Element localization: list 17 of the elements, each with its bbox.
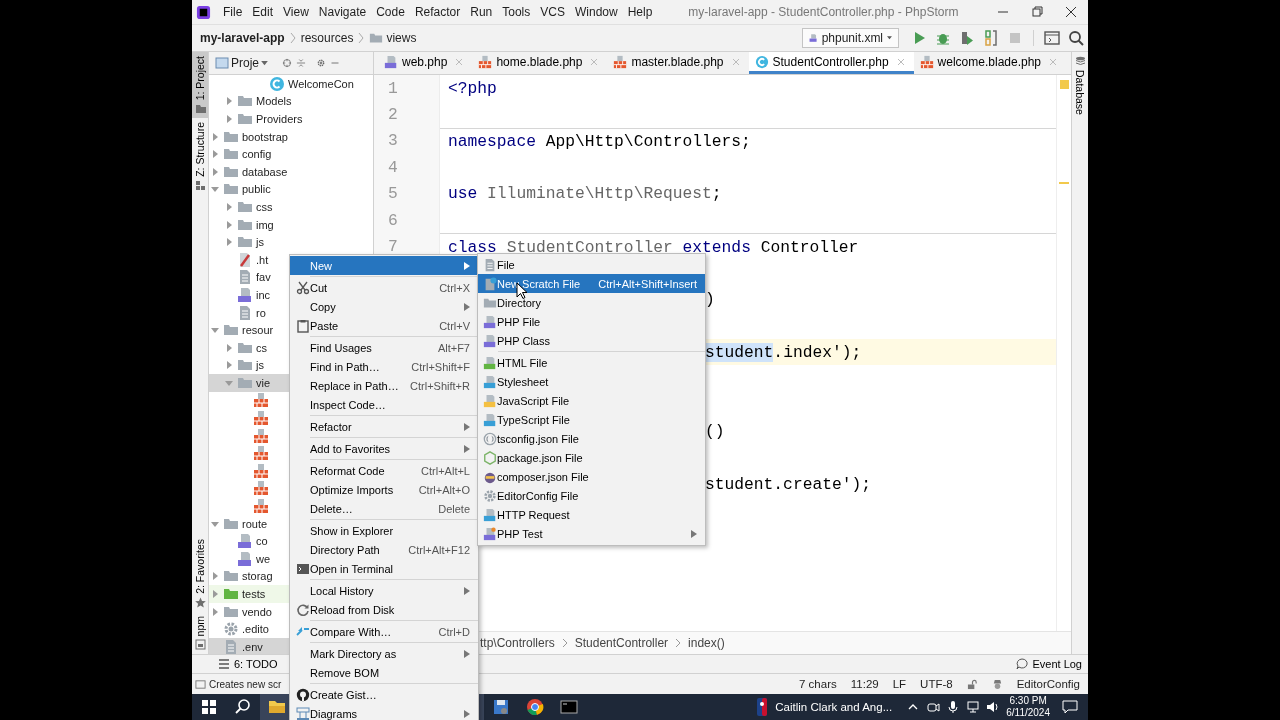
line-number: 6 (388, 210, 398, 230)
line-number: 2 (388, 105, 398, 125)
line-number: 3 (388, 131, 398, 151)
status-message: Creates new scr (209, 678, 282, 690)
window-title: my-laravel-app - StudentController.php - PhpStorm (688, 5, 959, 19)
code-line: class StudentController extends Controller (448, 237, 859, 257)
code-line: student.index'); (704, 342, 862, 362)
line-number: 5 (388, 184, 398, 204)
line-number: 1 (388, 78, 398, 98)
code-line: use Illuminate\Http\Request; (448, 184, 722, 204)
code-line: <?php (448, 78, 497, 98)
code-line: namespace App\Http\Controllers; (448, 131, 751, 151)
code-line: () (704, 421, 725, 441)
code-line: ) (704, 289, 715, 309)
line-number: 4 (388, 157, 398, 177)
line-number: 7 (388, 237, 398, 257)
code-line: student.create'); (704, 474, 872, 494)
